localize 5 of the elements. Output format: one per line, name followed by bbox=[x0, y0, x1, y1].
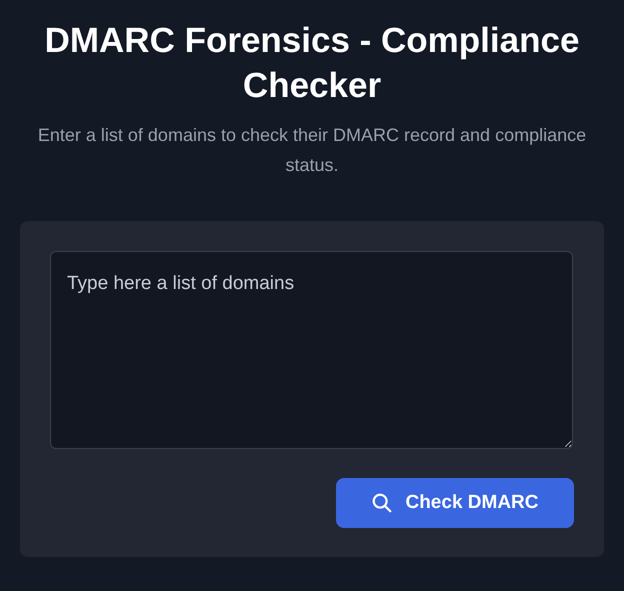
search-icon bbox=[371, 492, 394, 514]
domains-field[interactable]: Type here a list of domains bbox=[50, 251, 573, 449]
page-title: DMARC Forensics - Compliance Checker bbox=[44, 20, 580, 107]
page-subtitle: Enter a list of domains to check their DMARC record and compliance status. bbox=[36, 124, 588, 177]
check-dmarc-button[interactable]: Check DMARC bbox=[336, 478, 574, 528]
